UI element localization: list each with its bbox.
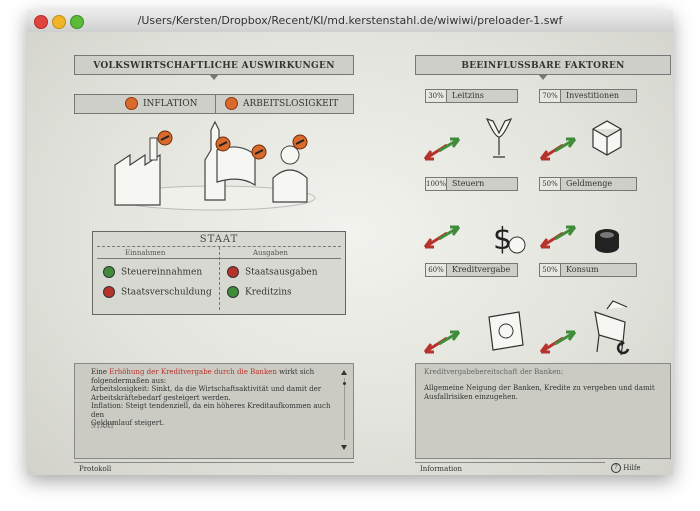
tab-arbeitslosigkeit[interactable]: ARBEITSLOSIGKEIT bbox=[225, 95, 338, 113]
tab-divider bbox=[215, 95, 216, 113]
person-icon bbox=[272, 145, 308, 203]
staat-panel: STAAT Einnahmen Ausgaben Steuereinnahmen… bbox=[92, 231, 346, 315]
protocol-highlight: Erhöhung der Kreditvergabe durch die Ban… bbox=[109, 368, 277, 376]
staatsverschuldung-arrow-icon bbox=[103, 286, 115, 298]
kreditvergabe-icon bbox=[488, 311, 524, 351]
steuereinnahmen-item[interactable]: Steuereinnahmen bbox=[103, 266, 202, 278]
left-header: VOLKSWIRTSCHAFTLICHE AUSWIRKUNGEN bbox=[74, 55, 354, 80]
staat-title: STAAT bbox=[199, 234, 239, 245]
info-title: Kreditvergabebereitschaft der Banken: bbox=[424, 368, 564, 376]
leitzins-control bbox=[423, 118, 513, 161]
economy-illustration bbox=[114, 120, 316, 211]
effect-tabs: INFLATION ARBEITSLOSIGKEIT bbox=[74, 94, 354, 114]
kreditvergabe-control bbox=[423, 311, 524, 354]
scrollbar-thumb[interactable] bbox=[343, 382, 346, 385]
factor-leitzins[interactable]: 30% Leitzins bbox=[425, 89, 518, 103]
factor-investitionen[interactable]: 70% Investitionen bbox=[539, 89, 637, 103]
investitionen-icon bbox=[592, 120, 622, 156]
help-icon: ? bbox=[611, 463, 621, 473]
factor-controls: $ bbox=[423, 118, 628, 356]
right-header: BEEINFLUSSBARE FAKTOREN bbox=[415, 55, 671, 80]
title-bar: /Users/Kersten/Dropbox/Recent/KI/md.kers… bbox=[27, 10, 673, 33]
geldmenge-increase-arrow-icon bbox=[554, 225, 577, 241]
inflation-arrow-icon bbox=[125, 97, 138, 110]
info-panel: Kreditvergabebereitschaft der Banken: Al… bbox=[415, 363, 671, 459]
tab-inflation[interactable]: INFLATION bbox=[125, 95, 197, 113]
steuern-control: $ bbox=[423, 222, 526, 257]
info-text: Allgemeine Neigung der Banken, Kredite z… bbox=[424, 384, 655, 401]
info-tab[interactable]: Information bbox=[415, 462, 605, 475]
steuereinnahmen-arrow-icon bbox=[103, 266, 115, 278]
protocol-panel: Eine Erhöhung der Kreditvergabe durch di… bbox=[74, 363, 354, 459]
staatsausgaben-item[interactable]: Staatsausgaben bbox=[227, 266, 318, 278]
protocol-text: Eine Erhöhung der Kreditvergabe durch di… bbox=[91, 368, 331, 427]
investitionen-control bbox=[539, 120, 622, 161]
staatsausgaben-arrow-icon bbox=[227, 266, 239, 278]
help-button[interactable]: ? Hilfe bbox=[611, 462, 641, 474]
investitionen-percent: 70% bbox=[539, 89, 561, 103]
ausgaben-label: Ausgaben bbox=[253, 249, 288, 257]
konsum-increase-arrow-icon bbox=[554, 330, 577, 346]
staatsverschuldung-item[interactable]: Staatsverschuldung bbox=[103, 286, 212, 298]
kreditvergabe-increase-arrow-icon bbox=[438, 330, 461, 346]
leitzins-percent: 30% bbox=[425, 89, 447, 103]
kreditzins-arrow-icon bbox=[227, 286, 239, 298]
steuern-increase-arrow-icon bbox=[438, 225, 461, 241]
investitionen-increase-arrow-icon bbox=[554, 137, 577, 153]
geldmenge-control bbox=[539, 225, 619, 253]
staat-column-divider bbox=[219, 247, 220, 310]
protocol-staat-label: STAAT bbox=[91, 422, 115, 430]
scroll-up-icon[interactable] bbox=[341, 370, 347, 375]
scrollbar-track[interactable] bbox=[344, 378, 345, 440]
steuern-icon: $ bbox=[493, 222, 512, 257]
protocol-tab[interactable]: Protokoll bbox=[74, 462, 354, 475]
kreditzins-item[interactable]: Kreditzins bbox=[227, 286, 292, 298]
factory-icon bbox=[114, 137, 161, 206]
scroll-down-icon[interactable] bbox=[341, 445, 347, 450]
flash-stage: VOLKSWIRTSCHAFTLICHE AUSWIRKUNGEN INFLAT… bbox=[27, 32, 673, 475]
einnahmen-label: Einnahmen bbox=[125, 249, 166, 257]
window-title: /Users/Kersten/Dropbox/Recent/KI/md.kers… bbox=[137, 14, 563, 27]
leitzins-icon bbox=[485, 118, 513, 158]
unemployment-arrow-icon bbox=[225, 97, 238, 110]
app-window: /Users/Kersten/Dropbox/Recent/KI/md.kers… bbox=[27, 10, 673, 475]
leitzins-increase-arrow-icon bbox=[438, 137, 461, 153]
reset-icon[interactable] bbox=[615, 340, 631, 356]
